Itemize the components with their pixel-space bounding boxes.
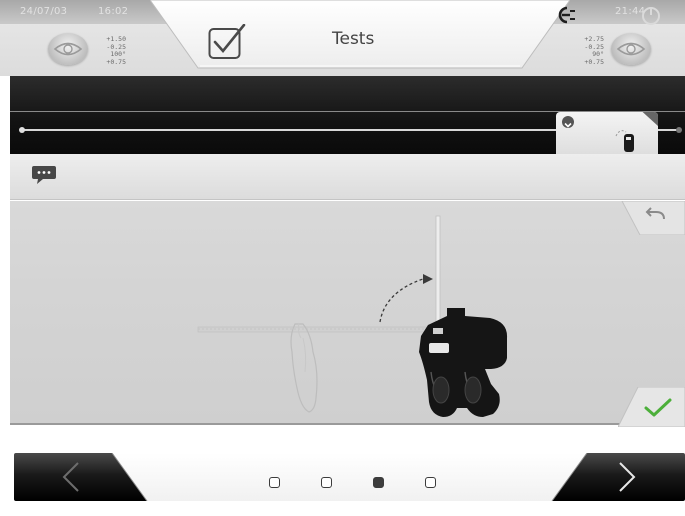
prev-button[interactable] [14,453,124,501]
pager-dot-4[interactable] [425,477,436,488]
right-eye-lens-button[interactable] [611,33,651,65]
timeline-end-dot [676,127,682,133]
message-bar [10,154,685,200]
device-thumbnail-icon [615,130,634,152]
connection-icon[interactable] [556,6,578,24]
eye-icon [53,42,83,56]
device-illustration [197,215,508,417]
pager-dot-1[interactable] [269,477,280,488]
top-header: 24/07/03 16:02 21:44 +1.50 -0.25 100° +0… [0,0,685,76]
checkbox-icon [208,24,246,59]
pager-dot-2[interactable] [321,477,332,488]
chat-icon[interactable] [31,165,57,185]
chevron-left-icon [62,462,79,492]
date-text: 24/07/03 [20,6,68,17]
right-addition: +0.75 [584,57,604,66]
time-text: 16:02 [98,6,129,17]
left-eye-lens-button[interactable] [48,33,88,65]
confirm-button[interactable] [618,387,685,427]
chevron-right-icon [619,462,636,492]
chevron-down-icon[interactable] [562,116,574,128]
page-title: Tests [332,29,375,49]
next-button[interactable] [575,453,685,501]
left-addition: +0.75 [106,57,126,66]
power-icon[interactable] [640,6,662,26]
undo-button[interactable] [614,201,685,235]
timeline-start-dot [19,127,25,133]
eye-icon [616,42,646,56]
right-eye-prescription: +2.75 -0.25 90° +0.75 [578,35,604,66]
pager-dot-3[interactable] [373,477,384,488]
timeline-thumbnail[interactable] [556,112,658,154]
left-eye-prescription: +1.50 -0.25 100° +0.75 [98,35,126,66]
